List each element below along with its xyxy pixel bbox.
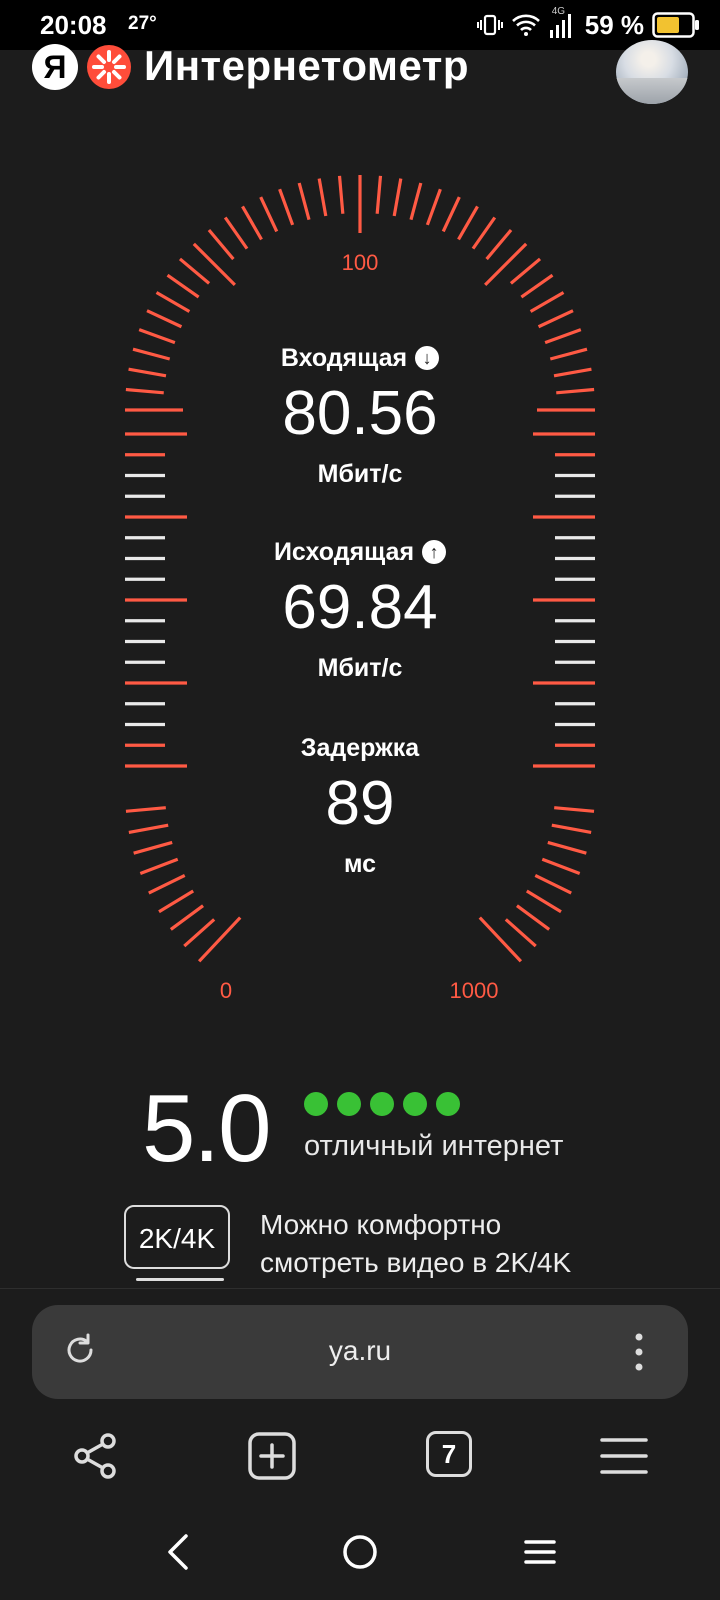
gauge-tick [484,242,528,286]
gauge-tick [441,196,461,233]
resolution-text-line1: Можно комфортно [260,1209,502,1240]
gauge-tick [207,228,235,261]
gauge-tick [544,328,582,345]
gauge-tick [471,216,497,250]
latency-label: Задержка [300,734,420,762]
gauge-tick [520,273,554,299]
arrow-up-icon: ↑ [422,540,447,564]
gauge-tick [183,918,216,948]
download-value: 80.56 [282,379,438,448]
divider [0,1288,720,1289]
arrow-down-icon: ↓ [415,346,440,370]
gauge-label-max: 1000 [449,978,499,1003]
resolution-text: Можно комфортно смотреть видео в 2K/4K [260,1206,680,1282]
rating-dot [436,1092,460,1116]
reload-icon[interactable] [62,1332,98,1368]
gauge-label-min: 0 [219,978,233,1003]
gauge-tick [317,178,328,217]
recents-icon[interactable] [518,1530,562,1574]
gauge-tick [537,309,574,329]
home-icon[interactable] [338,1530,382,1574]
upload-label: Исходящая ↑ [160,538,560,567]
gauge-tick [138,328,176,345]
rating-dot [337,1092,361,1116]
more-vertical-icon[interactable] [634,1332,644,1372]
resolution-text-line2: смотреть видео в 2K/4K [260,1247,572,1278]
gauge-tick [146,309,183,329]
gauge-tick [197,916,242,963]
gauge-tick [457,205,479,241]
rating-text: отличный интернет [304,1130,564,1162]
gauge-tick [155,291,191,313]
gauge-tick [166,273,200,299]
gauge-tick [529,291,565,313]
gauge-tick [375,175,383,214]
download-label: Входящая ↓ [160,344,560,373]
new-tab-icon[interactable] [246,1430,298,1482]
gauge-tick [158,889,195,914]
latency-unit: мс [343,850,377,878]
gauge-tick [556,387,595,395]
gauge-tick [178,257,211,285]
upload-value: 69.84 [282,573,438,642]
address-url[interactable]: ya.ru [260,1335,460,1367]
gauge-tick [278,188,295,226]
gauge-tick [485,228,513,261]
gauge-tick [425,188,442,226]
gauge-tick [337,175,345,214]
gauge-tick [509,257,542,285]
download-label-text: Входящая [280,344,408,372]
share-icon[interactable] [70,1430,122,1482]
gauge-tick [241,205,263,241]
menu-icon[interactable] [598,1430,650,1482]
rating-dot [304,1092,328,1116]
download-unit: Мбит/с [317,460,403,488]
gauge-tick [478,916,523,963]
tabs-icon[interactable]: 7 [426,1431,472,1477]
gauge-tick [554,806,595,813]
gauge-tick [223,216,249,250]
gauge-tick [125,387,164,395]
latency-value: 89 [325,769,395,838]
rating-score: 5.0 [142,1075,271,1182]
gauge-tick [525,889,562,914]
gauge-tick [409,182,423,221]
gauge-tick [259,196,279,233]
rating-dot [370,1092,394,1116]
rating-dot [403,1092,427,1116]
back-icon[interactable] [158,1530,202,1574]
rating-dots [304,1092,460,1116]
gauge-tick [192,242,236,286]
upload-unit: Мбит/с [317,654,403,682]
resolution-badge: 2K/4K [124,1205,230,1269]
gauge-tick [504,918,537,948]
gauge-tick [297,182,311,221]
resolution-badge-underline [136,1278,224,1281]
gauge-tick [392,178,403,217]
gauge-tick [169,904,204,931]
gauge-tick [516,904,551,931]
gauge-label-mid: 100 [341,250,379,275]
upload-label-text: Исходящая [273,538,415,566]
